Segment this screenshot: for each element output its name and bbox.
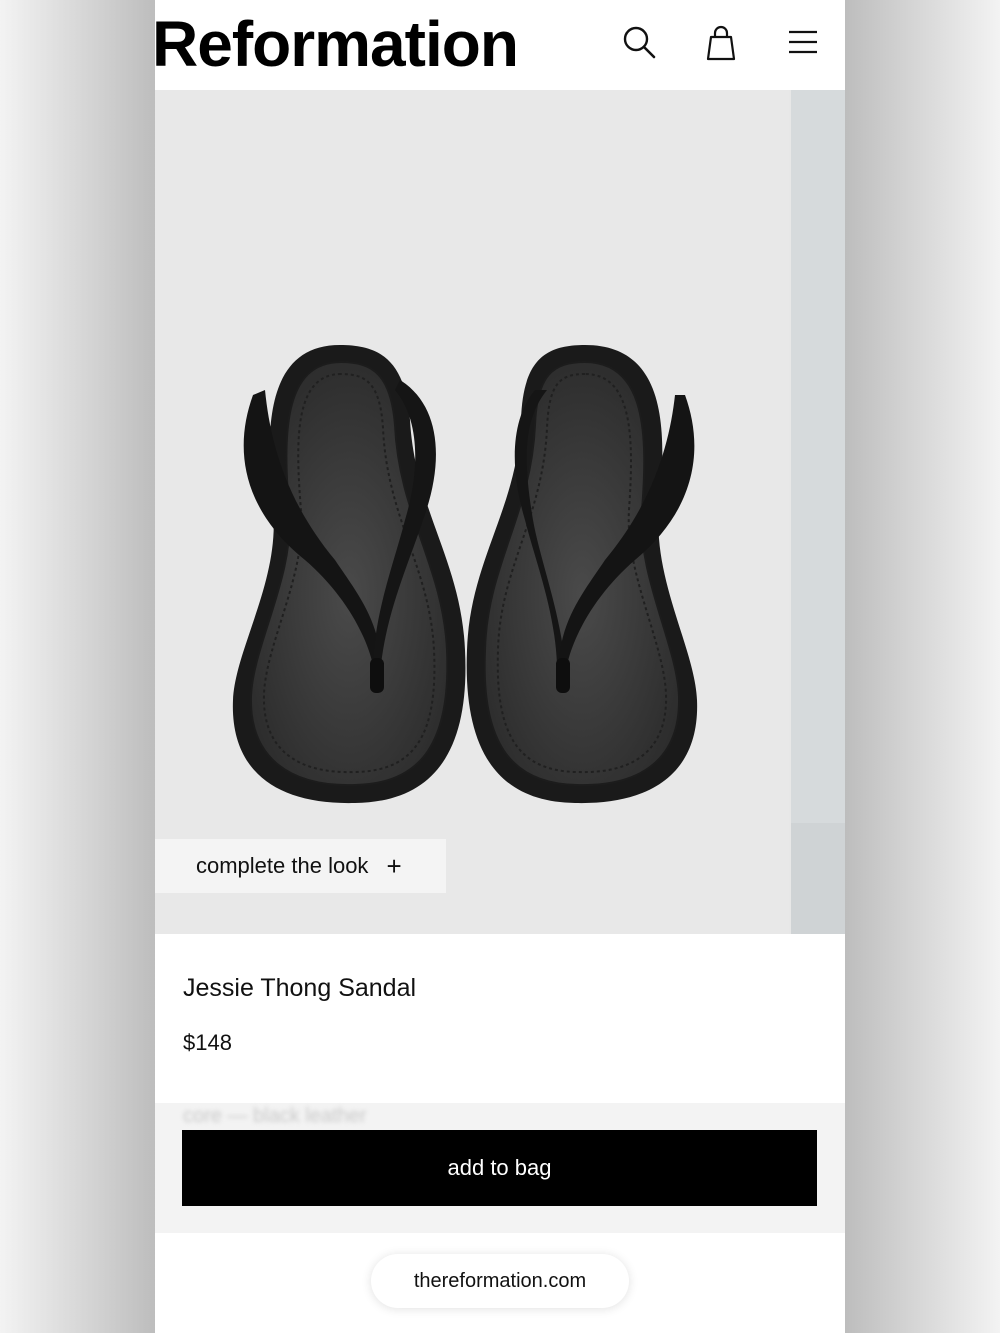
variant-hint: core — black leather	[183, 1105, 367, 1127]
next-photo-peek[interactable]	[791, 90, 845, 934]
complete-the-look-label: complete the look	[196, 853, 369, 878]
complete-the-look-button[interactable]: complete the look +	[155, 839, 446, 893]
add-to-bag-button[interactable]: add to bag	[182, 1130, 817, 1206]
brand-logo[interactable]: Reformation	[155, 6, 519, 82]
product-photo[interactable]: complete the look +	[155, 90, 789, 934]
bag-icon[interactable]	[701, 22, 741, 62]
phone-screen: Reformation complete the look + Jessie T…	[155, 0, 845, 1333]
background-left	[0, 0, 155, 1333]
left-sandal	[232, 345, 466, 804]
sandals-illustration	[232, 345, 698, 804]
sticky-add-bar: core — black leather add to bag	[155, 1103, 845, 1233]
product-name: Jessie Thong Sandal	[183, 974, 417, 1002]
product-price: $148	[183, 1030, 232, 1055]
url-pill[interactable]: thereformation.com	[371, 1254, 629, 1308]
site-header: Reformation	[155, 0, 845, 90]
right-sandal	[466, 345, 698, 804]
menu-icon[interactable]	[783, 22, 823, 62]
product-info: Jessie Thong Sandal $148	[155, 934, 845, 1103]
next-photo-lower	[791, 823, 845, 934]
browser-bar: thereformation.com	[155, 1233, 845, 1333]
product-gallery[interactable]: complete the look +	[155, 90, 845, 934]
search-icon[interactable]	[619, 22, 659, 62]
background-right	[845, 0, 1000, 1333]
plus-icon: +	[386, 851, 402, 881]
